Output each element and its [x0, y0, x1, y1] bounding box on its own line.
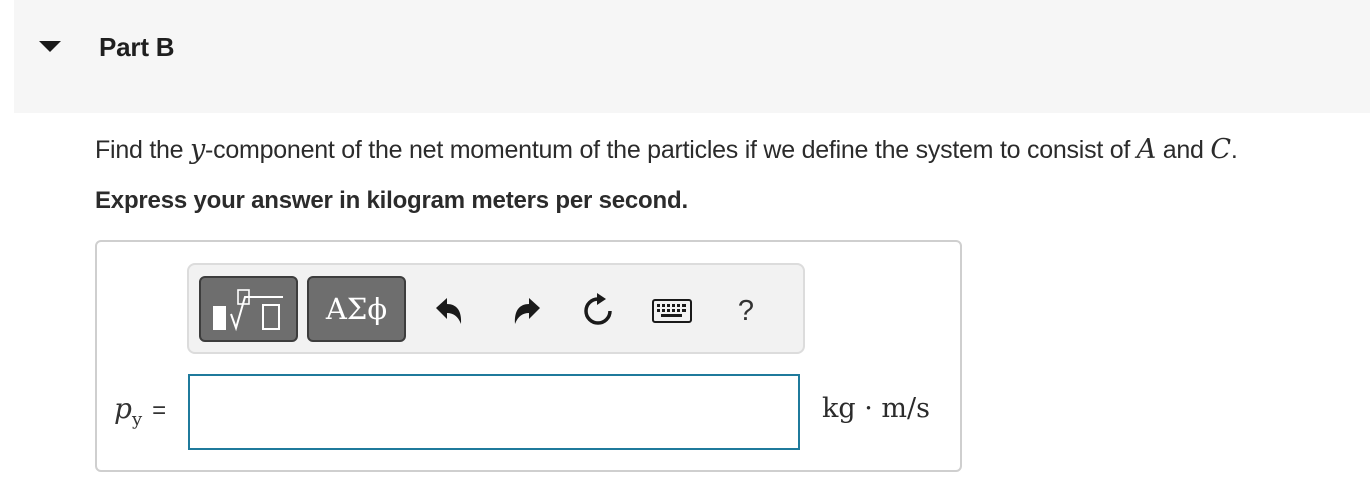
redo-icon	[514, 298, 540, 324]
equation-toolbar: ΑΣϕ ?	[187, 263, 805, 354]
question-text-before: Find the	[95, 136, 191, 164]
reset-icon	[584, 293, 612, 325]
question-text-end: .	[1230, 136, 1238, 164]
reset-button[interactable]	[576, 289, 620, 333]
templates-icon	[212, 289, 283, 332]
undo-icon	[436, 298, 462, 324]
keyboard-icon	[652, 299, 692, 323]
help-button[interactable]: ?	[724, 289, 768, 333]
caret-down-icon[interactable]	[30, 32, 70, 60]
math-var-a: A	[1136, 134, 1157, 165]
variable-symbol: p	[114, 392, 132, 425]
math-var-y: y	[190, 134, 206, 165]
variable-subscript: y	[131, 409, 143, 430]
instruction-text: Express your answer in kilogram meters p…	[95, 187, 688, 214]
equals-sign: =	[152, 397, 167, 424]
keyboard-button[interactable]	[650, 289, 694, 333]
math-var-c: C	[1210, 134, 1231, 165]
question-text-and: and	[1156, 136, 1211, 164]
greek-symbols-button[interactable]: ΑΣϕ	[307, 276, 406, 342]
templates-button[interactable]	[199, 276, 298, 342]
question-text-middle: -component of the net momentum of the pa…	[205, 136, 1137, 164]
question-text: Find the y-component of the net momentum…	[95, 134, 1238, 165]
answer-variable-label: py =	[114, 392, 167, 430]
answer-input[interactable]	[188, 374, 800, 450]
undo-button[interactable]	[427, 289, 471, 333]
redo-button[interactable]	[505, 289, 549, 333]
part-title: Part B	[99, 32, 175, 62]
part-header	[14, 0, 1370, 113]
units-label: kg · m/s	[822, 393, 930, 424]
